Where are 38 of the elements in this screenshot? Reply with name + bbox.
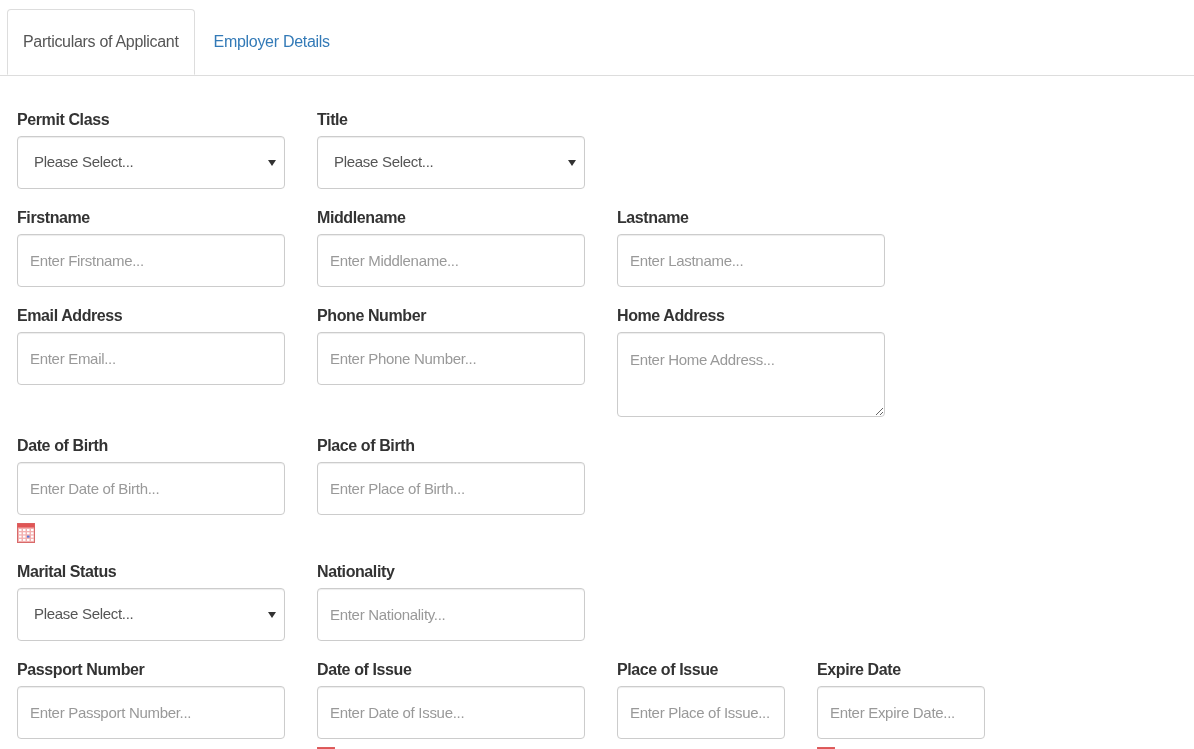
field-label: Date of Issue [317,660,413,680]
input-field[interactable]: Enter Expire Date... [817,686,985,739]
caret-icon [268,611,276,618]
field-label: Permit Class [17,110,111,130]
input-field[interactable]: Enter Home Address... [617,332,885,417]
field-label: Home Address [617,306,726,326]
field-label: Nationality [317,562,396,582]
field-label: Middlename [317,208,407,228]
tab[interactable]: Employer Details [194,9,349,75]
input-field[interactable]: Enter Firstname... [17,234,285,287]
field-label: Firstname [17,208,91,228]
caret-icon [568,159,576,166]
select-field[interactable]: Please Select... [17,136,285,189]
field-label: Lastname [617,208,690,228]
field-label: Phone Number [317,306,428,326]
select-field[interactable]: Please Select... [17,588,285,641]
caret-icon [268,159,276,166]
input-field[interactable]: Enter Date of Issue... [317,686,585,739]
input-field[interactable]: Enter Place of Birth... [317,462,585,515]
field-label: Passport Number [17,660,146,680]
field-label: Title [317,110,349,130]
field-label: Place of Birth [317,436,416,456]
input-field[interactable]: Enter Place of Issue... [617,686,785,739]
field-label: Date of Birth [17,436,109,456]
select-field[interactable]: Please Select... [317,136,585,189]
field-label: Place of Issue [617,660,720,680]
input-field[interactable]: Enter Date of Birth... [17,462,285,515]
input-field[interactable]: Enter Nationality... [317,588,585,641]
input-field[interactable]: Enter Phone Number... [317,332,585,385]
input-field[interactable]: Enter Email... [17,332,285,385]
input-field[interactable]: Enter Passport Number... [17,686,285,739]
field-label: Marital Status [17,562,118,582]
input-field[interactable]: Enter Middlename... [317,234,585,287]
calendar-icon[interactable] [17,523,35,543]
input-field[interactable]: Enter Lastname... [617,234,885,287]
field-label: Expire Date [817,660,902,680]
field-label: Email Address [17,306,124,326]
tab[interactable]: Particulars of Applicant [7,9,195,75]
